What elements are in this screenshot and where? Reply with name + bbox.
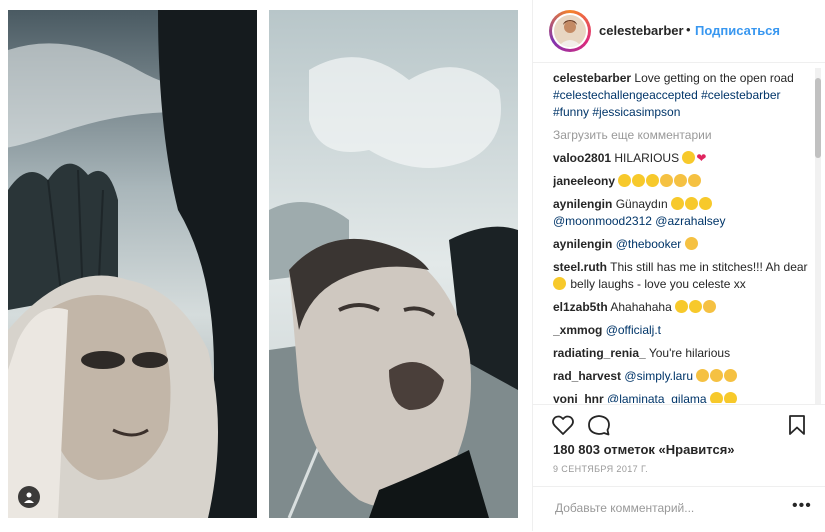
- comment-mention[interactable]: @officialj.t: [606, 323, 661, 337]
- avatar[interactable]: [549, 10, 591, 52]
- comment-text: Günaydın: [615, 197, 668, 211]
- ok-hand-emoji-icon: [689, 300, 703, 313]
- comments-scrollbar[interactable]: [815, 68, 821, 404]
- comment-username[interactable]: steel.ruth: [553, 260, 607, 274]
- comment-item: radiating_renia_ You're hilarious: [553, 345, 815, 362]
- comment-text: This still has me in stitches!!! Ah dear: [610, 260, 808, 274]
- comment-mention[interactable]: @simply.laru: [624, 369, 693, 383]
- ok-hand-emoji-icon: [675, 300, 689, 313]
- laughing-emoji-icon: [632, 174, 646, 187]
- add-comment-input[interactable]: [553, 500, 777, 516]
- scrollbar-thumb[interactable]: [815, 78, 821, 158]
- action-bar: [533, 404, 825, 441]
- grinning-emoji-icon: [703, 300, 717, 313]
- comment-mention[interactable]: @thebooker: [616, 237, 682, 251]
- comment-text: belly laughs - love you celeste xx: [570, 277, 746, 291]
- photo-left: [8, 10, 257, 518]
- caption: celestebarber Love getting on the open r…: [553, 70, 815, 121]
- post-media[interactable]: [0, 0, 532, 531]
- comment-item: valoo2801 HILARIOUS ❤: [553, 150, 815, 167]
- likes-count[interactable]: 180 803 отметок «Нравится»: [553, 442, 735, 457]
- comment-item: yoni_hnr @laminata_gilama: [553, 391, 815, 403]
- comment-mention[interactable]: @laminata_gilama: [607, 392, 707, 403]
- laughing-emoji-icon: [709, 392, 723, 403]
- laughing-emoji-icon: [723, 392, 737, 403]
- laughing-emoji-icon: [685, 197, 699, 210]
- comment-item: el1zab5th Ahahahaha: [553, 299, 815, 316]
- comment-text: Ahahahaha: [610, 300, 672, 314]
- comment-item: aynilengin @thebooker: [553, 236, 815, 253]
- heart-icon[interactable]: [551, 413, 575, 437]
- comment-username[interactable]: yoni_hnr: [553, 392, 604, 403]
- comments-list[interactable]: celestebarber Love getting on the open r…: [553, 70, 815, 403]
- laughing-emoji-icon: [553, 277, 566, 290]
- heart-emoji-icon: ❤: [696, 151, 707, 165]
- photo-right: [269, 10, 518, 518]
- more-options-button[interactable]: •••: [792, 497, 812, 515]
- comment-username[interactable]: aynilengin: [553, 237, 612, 251]
- comment-item: janeeleony: [553, 173, 815, 190]
- grinning-emoji-icon: [688, 174, 702, 187]
- laughing-emoji-icon: [682, 151, 696, 164]
- grinning-emoji-icon: [724, 369, 738, 382]
- comment-item: aynilengin Günaydın @moonmood2312 @azrah…: [553, 196, 815, 230]
- comment-username[interactable]: aynilengin: [553, 197, 612, 211]
- load-more-comments[interactable]: Загрузить еще комментарии: [553, 127, 815, 144]
- comment-username[interactable]: janeeleony: [553, 174, 615, 188]
- comment-text: HILARIOUS: [614, 151, 680, 165]
- grinning-emoji-icon: [696, 369, 710, 382]
- caption-username[interactable]: celestebarber: [553, 71, 631, 85]
- separator-dot: •: [686, 22, 691, 37]
- laughing-emoji-icon: [671, 197, 685, 210]
- grinning-emoji-icon: [674, 174, 688, 187]
- comment-icon[interactable]: [587, 413, 611, 437]
- caption-hashtags[interactable]: #celestechallengeaccepted #celestebarber…: [553, 88, 781, 119]
- comment-mention[interactable]: @moonmood2312: [553, 214, 652, 228]
- comment-username[interactable]: el1zab5th: [553, 300, 608, 314]
- grinning-emoji-icon: [684, 237, 698, 250]
- comment-username[interactable]: radiating_renia_: [553, 346, 646, 360]
- grinning-emoji-icon: [710, 369, 724, 382]
- header-username[interactable]: celestebarber: [599, 23, 684, 38]
- follow-button[interactable]: Подписаться: [695, 23, 780, 38]
- laughing-emoji-icon: [699, 197, 713, 210]
- tag-user-icon[interactable]: [18, 486, 40, 508]
- comment-username[interactable]: _xmmog: [553, 323, 602, 337]
- caption-text: Love getting on the open road: [634, 71, 794, 85]
- comment-username[interactable]: valoo2801: [553, 151, 611, 165]
- post-side-panel: celestebarber • Подписаться celestebarbe…: [532, 0, 825, 531]
- grinning-emoji-icon: [660, 174, 674, 187]
- post-date: 9 СЕНТЯБРЯ 2017 Г.: [553, 464, 649, 474]
- comment-username[interactable]: rad_harvest: [553, 369, 621, 383]
- add-comment-bar: •••: [533, 486, 825, 532]
- bookmark-icon[interactable]: [785, 413, 809, 437]
- comment-text: You're hilarious: [648, 346, 731, 360]
- laughing-emoji-icon: [618, 174, 632, 187]
- laughing-emoji-icon: [646, 174, 660, 187]
- comment-item: steel.ruth This still has me in stitches…: [553, 259, 815, 293]
- comment-item: rad_harvest @simply.laru: [553, 368, 815, 385]
- comment-item: _xmmog @officialj.t: [553, 322, 815, 339]
- post-header: celestebarber • Подписаться: [533, 0, 825, 63]
- comment-mention[interactable]: @azrahalsey: [655, 214, 725, 228]
